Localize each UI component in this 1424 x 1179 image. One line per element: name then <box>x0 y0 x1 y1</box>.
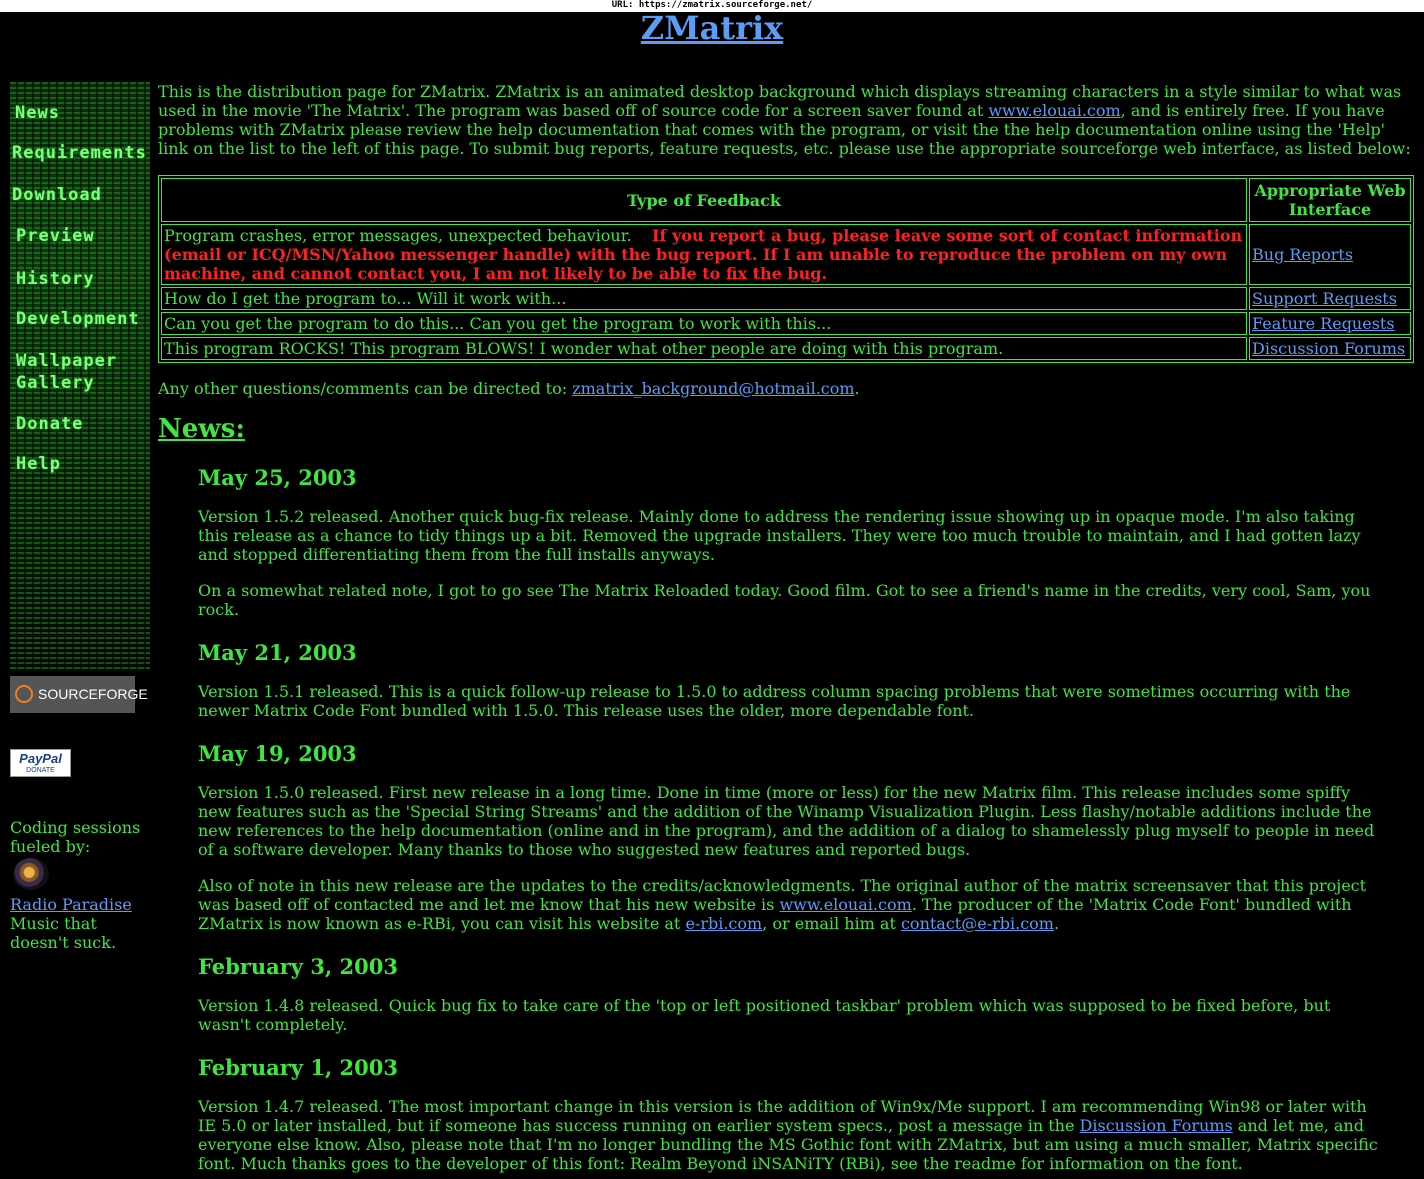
erbi-link[interactable]: e-rbi.com <box>685 914 762 933</box>
news-date: May 25, 2003 <box>198 465 357 490</box>
news-date: May 21, 2003 <box>198 640 357 665</box>
contact-email-link[interactable]: zmatrix_background@hotmail.com <box>572 379 854 398</box>
news-paragraph: Also of note in this new release are the… <box>198 876 1367 933</box>
table-row: Can you get the program to do this... Ca… <box>161 312 1411 335</box>
nav-donate[interactable]: Donate <box>16 415 83 434</box>
nav-gallery[interactable]: Gallery <box>16 374 95 393</box>
nav-wallpaper[interactable]: Wallpaper <box>16 352 117 371</box>
news-date: May 19, 2003 <box>198 741 357 766</box>
news-paragraph: Version 1.5.1 released. This is a quick … <box>198 682 1351 720</box>
table-row: How do I get the program to... Will it w… <box>161 287 1411 310</box>
elouai-link[interactable]: www.elouai.com <box>988 101 1120 120</box>
sidebar-nav: News Requirements Download Preview Histo… <box>10 82 150 672</box>
discussion-forums-link-2[interactable]: Discussion Forums <box>1080 1116 1233 1135</box>
support-requests-link[interactable]: Support Requests <box>1252 289 1397 308</box>
table-row: This program ROCKS! This program BLOWS! … <box>161 337 1411 360</box>
news-date: February 1, 2003 <box>198 1055 399 1080</box>
site-title-link[interactable]: ZMatrix <box>641 9 783 47</box>
nav-requirements[interactable]: Requirements <box>12 144 147 163</box>
news-paragraph: Version 1.4.8 released. Quick bug fix to… <box>198 996 1331 1034</box>
bug-reports-link[interactable]: Bug Reports <box>1252 245 1353 264</box>
news-list: May 25, 2003 Version 1.5.2 released. Ano… <box>198 465 1378 1174</box>
news-paragraph: Version 1.5.2 released. Another quick bu… <box>198 507 1361 564</box>
news-heading: News: <box>158 414 245 444</box>
radio-tagline: Music that doesn't suck. <box>10 914 117 952</box>
coding-sessions-text: Coding sessions fueled by: <box>10 818 141 856</box>
contact-line: Any other questions/comments can be dire… <box>158 379 860 398</box>
news-paragraph: Version 1.4.7 released. The most importa… <box>198 1097 1378 1173</box>
news-paragraph: Version 1.5.0 released. First new releas… <box>198 783 1375 859</box>
sourceforge-logo[interactable]: SOURCEFORGE <box>10 676 148 713</box>
intro-paragraph: This is the distribution page for ZMatri… <box>158 82 1411 158</box>
paypal-donate-button[interactable]: PayPal DONATE <box>10 749 71 777</box>
radio-paradise-icon[interactable] <box>13 858 49 890</box>
news-date: February 3, 2003 <box>198 954 399 979</box>
main-content: This is the distribution page for ZMatri… <box>158 82 1414 1173</box>
erbi-email-link[interactable]: contact@e-rbi.com <box>901 914 1054 933</box>
nav-download[interactable]: Download <box>12 186 102 205</box>
news-paragraph: On a somewhat related note, I got to go … <box>198 581 1371 619</box>
discussion-forums-link[interactable]: Discussion Forums <box>1252 339 1405 358</box>
nav-news[interactable]: News <box>15 104 60 123</box>
page-title: ZMatrix <box>0 10 1424 46</box>
nav-development[interactable]: Development <box>16 310 140 329</box>
feedback-table: Type of Feedback Appropriate Web Interfa… <box>158 175 1414 363</box>
nav-history[interactable]: History <box>16 270 95 289</box>
elouai-link-2[interactable]: www.elouai.com <box>779 895 911 914</box>
nav-help[interactable]: Help <box>16 455 61 474</box>
header-type: Type of Feedback <box>161 178 1247 222</box>
radio-paradise-link[interactable]: Radio Paradise <box>10 895 132 914</box>
nav-preview[interactable]: Preview <box>16 227 95 246</box>
header-interface: Appropriate Web Interface <box>1249 178 1411 222</box>
table-header-row: Type of Feedback Appropriate Web Interfa… <box>161 178 1411 222</box>
feature-requests-link[interactable]: Feature Requests <box>1252 314 1395 333</box>
sourceforge-icon <box>15 685 33 703</box>
table-row: Program crashes, error messages, unexpec… <box>161 224 1411 285</box>
